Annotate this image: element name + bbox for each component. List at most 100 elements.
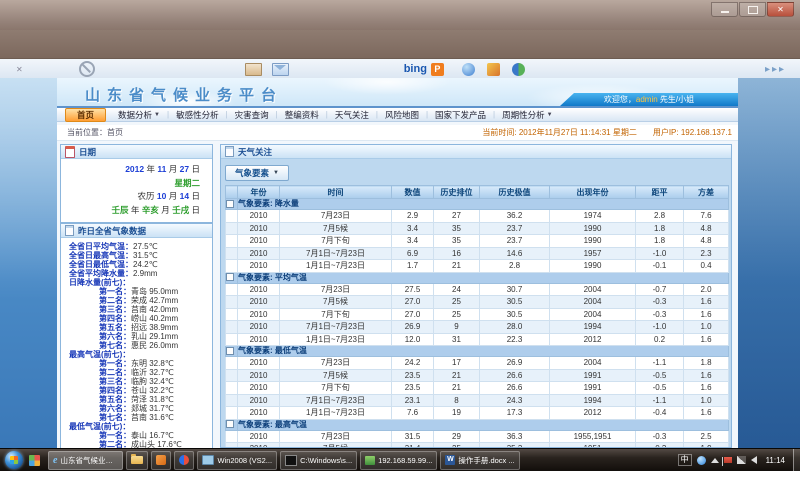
taskbar-app-orange-button[interactable] — [151, 451, 171, 470]
nav-item-2[interactable]: 数据分析▼ — [111, 109, 167, 121]
minimize-button[interactable] — [711, 2, 738, 17]
rank-label: 第六名： — [99, 404, 131, 413]
volume-icon[interactable] — [751, 456, 757, 464]
blocked-icon[interactable] — [79, 61, 95, 77]
data-cell: 1.6 — [684, 407, 729, 420]
data-cell: 36.3 — [480, 430, 550, 443]
data-cell: 27.0 — [392, 296, 434, 309]
monitor-icon — [202, 455, 214, 465]
plugin-icon-orange[interactable] — [487, 63, 500, 76]
rank-row: 第二名：荣成 42.7mm — [63, 296, 210, 305]
quick-launch-icon[interactable] — [29, 455, 40, 466]
mail-icon[interactable] — [272, 63, 289, 76]
close-button[interactable]: ✕ — [767, 2, 794, 17]
rank-label: 第五名： — [99, 395, 131, 404]
taskbar-media-button[interactable] — [174, 451, 194, 470]
weather-focus-title: 天气关注 — [238, 146, 272, 158]
ganzhi-date: 壬辰 年 辛亥 月 壬戌 日 — [65, 204, 200, 218]
data-cell: 28.0 — [480, 321, 550, 334]
taskbar-clock[interactable]: 11:14 — [762, 456, 789, 465]
lunar-day: 14 — [180, 191, 189, 201]
group-expand-cell — [226, 419, 238, 430]
show-desktop-button[interactable] — [793, 449, 800, 472]
nav-item-6[interactable]: 天气关注 — [328, 109, 376, 121]
data-cell: 1.8 — [636, 222, 684, 235]
welcome-suffix: 先生/小姐 — [658, 95, 694, 104]
plugin-icon-blue[interactable] — [462, 63, 475, 76]
data-cell: -1.0 — [636, 321, 684, 334]
table-row: 20101月1日~7月23日12.03122.320120.21.6 — [226, 333, 729, 346]
plugin-icon-green[interactable] — [512, 63, 525, 76]
data-cell: 25 — [434, 308, 480, 321]
taskbar-window-button[interactable]: C:\Windows\s... — [280, 451, 357, 470]
expand-box-icon[interactable] — [226, 347, 234, 355]
browser-toolbar: ✕ bing P ▸▸▸ — [0, 58, 800, 79]
data-cell: 7月23日 — [280, 283, 392, 296]
data-cell: 7月5候 — [280, 369, 392, 382]
nav-item-7[interactable]: 风险地图 — [378, 109, 426, 121]
rank-label: 第七名： — [99, 413, 131, 422]
taskbar-window-button[interactable]: Win2008 (VS2... — [197, 451, 277, 470]
bing-logo[interactable]: bing — [404, 63, 427, 75]
data-cell: 2010 — [238, 357, 280, 370]
data-cell: 2010 — [238, 283, 280, 296]
taskbar-ie-button[interactable]: e 山东省气候业务平... — [48, 451, 123, 470]
expand-box-icon[interactable] — [226, 273, 234, 281]
section-header: 最高气温(前七)： — [63, 350, 210, 359]
nav-item-5[interactable]: 整编资料 — [278, 109, 326, 121]
stat-label: 全省日最高气温： — [69, 251, 133, 260]
group-expand-cell — [226, 346, 238, 357]
data-cell: 31.4 — [392, 443, 434, 448]
row-spacer-cell — [226, 283, 238, 296]
taskbar-explorer-button[interactable] — [126, 451, 148, 470]
tray-expand-icon[interactable] — [711, 458, 719, 463]
rank-value: 莒南 42.0mm — [131, 305, 178, 314]
rank-label: 第二名： — [99, 296, 131, 305]
card-icon[interactable] — [245, 63, 262, 76]
data-cell: 29 — [434, 430, 480, 443]
nav-item-1[interactable]: 首页 — [65, 108, 106, 122]
stat-value: 27.5℃ — [133, 242, 158, 251]
data-cell: 2004 — [550, 308, 636, 321]
data-cell: 3.4 — [392, 222, 434, 235]
data-cell: 7月下旬 — [280, 308, 392, 321]
expand-box-icon[interactable] — [226, 420, 234, 428]
data-cell: 30.7 — [480, 283, 550, 296]
update-tray-icon[interactable] — [697, 456, 706, 465]
nav-item-3[interactable]: 敏感性分析 — [169, 109, 226, 121]
maximize-button[interactable] — [739, 2, 766, 17]
toolbar-close-icon[interactable]: ✕ — [16, 65, 23, 74]
taskbar-window-button[interactable]: W操作手册.docx ... — [440, 451, 519, 470]
lunar-day-unit: 日 — [191, 191, 200, 201]
language-indicator[interactable]: 中 — [678, 454, 692, 466]
data-cell: 1.0 — [684, 394, 729, 407]
data-cell: 4.8 — [684, 235, 729, 248]
page-right-margin — [738, 78, 800, 448]
data-cell: 2010 — [238, 308, 280, 321]
row-spacer-cell — [226, 333, 238, 346]
p-badge-icon[interactable]: P — [431, 63, 444, 76]
nav-item-9[interactable]: 周期性分析▼ — [495, 109, 559, 121]
expand-box-icon[interactable] — [226, 200, 234, 208]
nav-item-4[interactable]: 灾害查询 — [228, 109, 276, 121]
toolbar-more-icon[interactable]: ▸▸▸ — [765, 64, 786, 75]
row-spacer-cell — [226, 235, 238, 248]
nav-item-8[interactable]: 国家下发产品 — [428, 109, 493, 121]
start-button[interactable] — [5, 451, 23, 469]
weather-focus-header: 天气关注 — [221, 145, 731, 159]
data-cell: 1.6 — [684, 308, 729, 321]
taskbar-window-button[interactable]: 192.168.59.99... — [360, 451, 437, 470]
network-icon[interactable] — [737, 456, 746, 464]
data-cell: 2010 — [238, 321, 280, 334]
rank-label: 第四名： — [99, 386, 131, 395]
group-row: 气象要素: 最高气温 — [226, 419, 729, 430]
element-dropdown-button[interactable]: 气象要素 ▼ — [225, 165, 289, 181]
group-row: 气象要素: 平均气温 — [226, 272, 729, 283]
rank-label: 第四名： — [99, 314, 131, 323]
row-spacer-cell — [226, 394, 238, 407]
data-cell: 2.8 — [636, 210, 684, 223]
data-cell: 2010 — [238, 333, 280, 346]
data-cell: 30.5 — [480, 308, 550, 321]
action-center-flag-icon[interactable] — [724, 457, 732, 463]
calendar-icon — [65, 146, 75, 158]
